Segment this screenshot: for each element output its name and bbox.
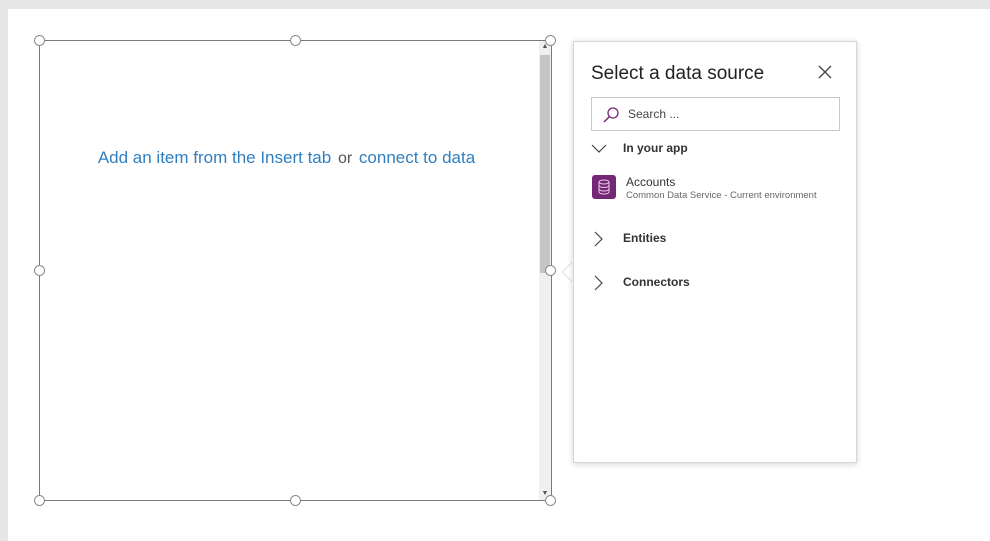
resize-handle-bottom-left[interactable] xyxy=(34,495,45,506)
scrollbar-thumb[interactable] xyxy=(540,55,550,273)
group-label: Entities xyxy=(623,231,667,245)
group-label: Connectors xyxy=(623,275,690,289)
data-source-accounts[interactable]: Accounts Common Data Service - Current e… xyxy=(591,173,846,205)
close-icon[interactable] xyxy=(817,64,833,80)
group-label: In your app xyxy=(623,141,688,155)
insert-tab-link[interactable]: Add an item from the Insert tab xyxy=(98,148,331,167)
chevron-right-icon xyxy=(594,275,603,291)
resize-handle-top-left[interactable] xyxy=(34,35,45,46)
search-input[interactable] xyxy=(628,104,828,124)
connect-to-data-link[interactable]: connect to data xyxy=(359,148,475,167)
chevron-down-icon xyxy=(591,144,607,153)
search-box[interactable] xyxy=(591,97,840,131)
data-source-name: Accounts xyxy=(626,175,676,189)
resize-handle-right[interactable] xyxy=(545,265,556,276)
empty-gallery-message: Add an item from the Insert tab or conne… xyxy=(40,148,533,168)
resize-handle-left[interactable] xyxy=(34,265,45,276)
database-icon xyxy=(592,175,616,199)
resize-handle-bottom[interactable] xyxy=(290,495,301,506)
flyout-title: Select a data source xyxy=(591,63,765,84)
gallery-control[interactable]: Add an item from the Insert tab or conne… xyxy=(39,40,552,501)
resize-handle-bottom-right[interactable] xyxy=(545,495,556,506)
or-text: or xyxy=(337,150,353,167)
flyout-beak xyxy=(563,262,573,282)
resize-handle-top[interactable] xyxy=(290,35,301,46)
search-icon xyxy=(603,107,619,123)
resize-handle-top-right[interactable] xyxy=(545,35,556,46)
chevron-right-icon xyxy=(594,231,603,247)
data-source-description: Common Data Service - Current environmen… xyxy=(626,190,817,201)
data-source-flyout: Select a data source In your app Account… xyxy=(573,41,857,463)
